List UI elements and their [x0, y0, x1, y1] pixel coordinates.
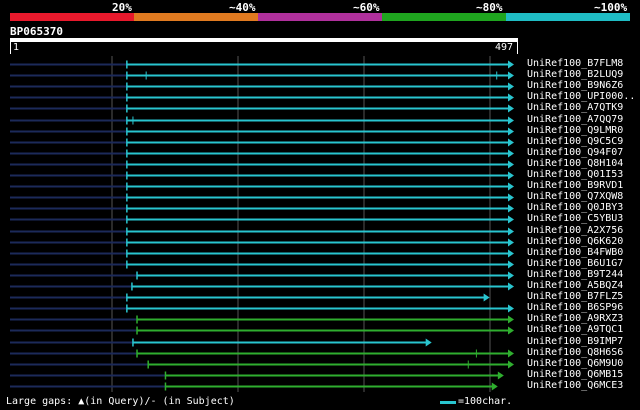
- large-gaps-legend: Large gaps: ▲(in Query)/‐ (in Subject): [6, 396, 235, 407]
- alignment-arrow: [508, 60, 514, 69]
- hit-label[interactable]: UniRef100_B7FLM8: [527, 58, 623, 69]
- hit-row[interactable]: [10, 371, 504, 380]
- alignment-arrow: [497, 371, 504, 380]
- hit-label[interactable]: UniRef100_A7QQ79: [527, 114, 623, 125]
- scale-legend-line: [440, 401, 456, 404]
- alignment-arrow: [508, 127, 514, 136]
- hit-row[interactable]: [10, 293, 490, 302]
- alignment-arrow: [508, 160, 514, 169]
- hit-row[interactable]: [10, 238, 514, 247]
- alignment-arrow: [508, 116, 514, 125]
- hit-row[interactable]: [10, 282, 514, 291]
- alignment-arrow: [508, 93, 514, 102]
- hit-label[interactable]: UniRef100_Q9C5C9: [527, 136, 623, 147]
- alignment-arrow: [508, 138, 514, 147]
- alignment-arrow: [508, 193, 514, 202]
- hit-label[interactable]: UniRef100_Q0JBY3: [527, 202, 623, 213]
- hit-row[interactable]: [10, 382, 498, 391]
- hit-row[interactable]: [10, 82, 514, 91]
- hit-row[interactable]: [10, 227, 514, 236]
- alignment-arrow: [508, 326, 514, 335]
- hit-label[interactable]: UniRef100_B6U1G7: [527, 258, 623, 269]
- hit-label[interactable]: UniRef100_A9TQC1: [527, 324, 623, 335]
- hit-row[interactable]: [10, 171, 514, 180]
- hit-row[interactable]: [10, 127, 514, 136]
- alignment-arrow: [491, 382, 498, 391]
- alignment-arrow: [508, 204, 514, 213]
- hit-label[interactable]: UniRef100_B2LUQ9: [527, 69, 623, 80]
- hit-row[interactable]: [10, 271, 514, 280]
- alignment-arrow: [483, 293, 490, 302]
- hit-row[interactable]: [10, 149, 514, 158]
- alignment-arrow: [508, 149, 514, 158]
- hit-row[interactable]: [10, 71, 514, 80]
- hit-label[interactable]: UniRef100_B9T244: [527, 269, 623, 280]
- alignment-arrow: [508, 282, 514, 291]
- hit-label[interactable]: UniRef100_A7QTK9: [527, 102, 623, 113]
- hit-label[interactable]: UniRef100_A9RXZ3: [527, 313, 623, 324]
- hit-label[interactable]: UniRef100_Q01I53: [527, 169, 623, 180]
- hit-row[interactable]: [10, 138, 514, 147]
- hit-label[interactable]: UniRef100_Q8H6S6: [527, 347, 623, 358]
- hit-label[interactable]: UniRef100_Q7XQW8: [527, 191, 623, 202]
- alignment-arrow: [425, 338, 432, 347]
- hit-label[interactable]: UniRef100_A5BQZ4: [527, 280, 623, 291]
- hit-row[interactable]: [10, 215, 514, 224]
- hit-label[interactable]: UniRef100_A2X756: [527, 225, 623, 236]
- alignment-arrow: [508, 315, 514, 324]
- alignment-arrow: [508, 349, 514, 358]
- hit-row[interactable]: [10, 204, 514, 213]
- hit-label[interactable]: UniRef100_UPI000..: [527, 91, 635, 102]
- hit-row[interactable]: [10, 360, 514, 369]
- hit-row[interactable]: [10, 193, 514, 202]
- hit-label[interactable]: UniRef100_Q9LMR0: [527, 125, 623, 136]
- alignment-arrow: [508, 260, 514, 269]
- alignment-arrow: [508, 215, 514, 224]
- hit-label[interactable]: UniRef100_C5YBU3: [527, 213, 623, 224]
- alignment-arrow: [508, 82, 514, 91]
- hit-row[interactable]: [10, 304, 514, 313]
- hit-label[interactable]: UniRef100_B9N6Z6: [527, 80, 623, 91]
- alignment-arrow: [508, 360, 514, 369]
- alignment-arrow: [508, 227, 514, 236]
- hit-label[interactable]: UniRef100_B7FLZ5: [527, 291, 623, 302]
- alignment-arrow: [508, 104, 514, 113]
- hit-row[interactable]: [10, 349, 514, 358]
- alignment-arrow: [508, 271, 514, 280]
- hit-row[interactable]: [10, 60, 514, 69]
- hit-label[interactable]: UniRef100_Q6MB15: [527, 369, 623, 380]
- alignment-arrow: [508, 238, 514, 247]
- hit-row[interactable]: [10, 182, 514, 191]
- hit-label[interactable]: UniRef100_B6SP96: [527, 302, 623, 313]
- hit-row[interactable]: [10, 104, 514, 113]
- hit-label[interactable]: UniRef100_Q6K620: [527, 236, 623, 247]
- hit-label[interactable]: UniRef100_Q94F07: [527, 147, 623, 158]
- hit-row[interactable]: [10, 260, 514, 269]
- hit-label[interactable]: UniRef100_Q6M9U0: [527, 358, 623, 369]
- hit-row[interactable]: [10, 326, 514, 335]
- hit-row[interactable]: [10, 116, 514, 125]
- alignment-arrow: [508, 71, 514, 80]
- hit-label[interactable]: UniRef100_B9RVD1: [527, 180, 623, 191]
- alignment-arrow: [508, 249, 514, 258]
- hit-row[interactable]: [10, 315, 514, 324]
- hit-label[interactable]: UniRef100_B9IMP7: [527, 336, 623, 347]
- hit-label[interactable]: UniRef100_B4FWB0: [527, 247, 623, 258]
- scale-legend-text: =100char.: [458, 396, 513, 407]
- hit-label[interactable]: UniRef100_Q8H104: [527, 158, 623, 169]
- hit-row[interactable]: [10, 160, 514, 169]
- hit-row[interactable]: [10, 249, 514, 258]
- hit-label[interactable]: UniRef100_Q6MCE3: [527, 380, 623, 391]
- hit-row[interactable]: [10, 338, 432, 347]
- alignment-arrow: [508, 182, 514, 191]
- alignment-arrow: [508, 171, 514, 180]
- hit-row[interactable]: [10, 93, 514, 102]
- alignment-arrow: [508, 304, 514, 313]
